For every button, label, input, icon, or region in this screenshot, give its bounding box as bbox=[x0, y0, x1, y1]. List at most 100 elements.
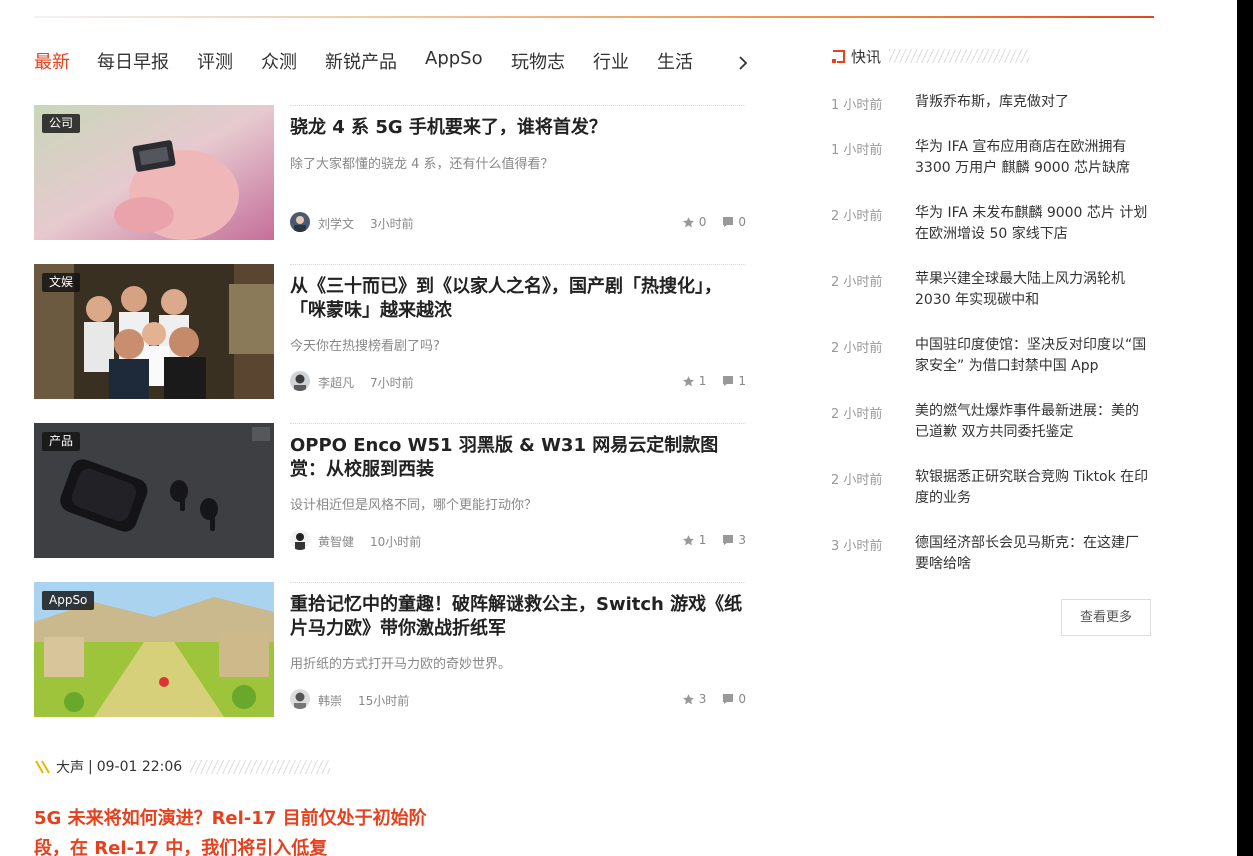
comment-count: 1 bbox=[738, 374, 746, 388]
flash-time: 2 小时前 bbox=[831, 473, 883, 488]
flash-time: 2 小时前 bbox=[831, 275, 883, 290]
dasheng-label: 大声 bbox=[56, 760, 84, 776]
comment-count: 3 bbox=[738, 533, 746, 547]
like-count: 0 bbox=[698, 215, 707, 229]
flash-text[interactable]: 美的燃气灶爆炸事件最新进展：美的已道歉 双方共同委托鉴定 bbox=[915, 401, 1151, 443]
avatar[interactable] bbox=[290, 689, 310, 709]
article-stats: 1 3 bbox=[682, 533, 746, 547]
author-name[interactable]: 韩崇 bbox=[318, 692, 342, 709]
article-meta: 刘学文 3小时前 0 0 bbox=[290, 212, 746, 234]
tab-life[interactable]: 生活 bbox=[657, 48, 693, 74]
avatar[interactable] bbox=[290, 530, 310, 550]
flash-text[interactable]: 华为 IFA 宣布应用商店在欧洲拥有 3300 万用户 麒麟 9000 芯片缺席 bbox=[915, 137, 1151, 179]
publish-time: 3小时前 bbox=[370, 217, 414, 231]
article-stats: 0 0 bbox=[682, 215, 746, 229]
tab-daily-briefing[interactable]: 每日早报 bbox=[97, 48, 169, 74]
tab-new-products[interactable]: 新锐产品 bbox=[325, 48, 397, 74]
star-icon bbox=[682, 375, 694, 386]
star-icon bbox=[682, 693, 694, 704]
flash-news-title: 快讯 bbox=[851, 47, 882, 66]
divider bbox=[290, 582, 746, 583]
category-tag: 产品 bbox=[42, 432, 81, 451]
author-name[interactable]: 刘学文 bbox=[318, 215, 354, 232]
star-icon bbox=[682, 216, 694, 227]
article-thumbnail[interactable]: 文娱 bbox=[34, 264, 274, 399]
flash-time: 2 小时前 bbox=[831, 407, 883, 422]
comment-icon bbox=[723, 376, 734, 386]
page-edge-bar bbox=[1237, 0, 1253, 856]
article-title[interactable]: 从《三十而已》到《以家人之名》，国产剧「热搜化」，「咪蒙味」越来越浓 bbox=[290, 275, 746, 323]
publish-time: 10小时前 bbox=[370, 535, 422, 549]
top-gradient-line bbox=[34, 16, 1154, 18]
article-thumbnail[interactable]: AppSo bbox=[34, 582, 274, 717]
separator: | bbox=[88, 759, 93, 775]
flash-time: 2 小时前 bbox=[831, 341, 883, 356]
article-meta: 韩崇 15小时前 3 0 bbox=[290, 689, 746, 711]
article-title[interactable]: OPPO Enco W51 羽黑版 & W31 网易云定制款图赏：从校服到西装 bbox=[290, 434, 746, 482]
tab-appso[interactable]: AppSo bbox=[425, 48, 483, 69]
article-card: 文娱 从《三十而已》到《以家人之名》，国产剧「热搜化」，「咪蒙味」越来越浓 今天… bbox=[34, 264, 746, 400]
dasheng-title[interactable]: 5G 未来将如何演进？Rel-17 目前仅处于初始阶段，在 Rel-17 中，我… bbox=[34, 804, 434, 856]
flash-text[interactable]: 背叛乔布斯，库克做对了 bbox=[915, 92, 1151, 113]
author-name[interactable]: 黄智健 bbox=[318, 533, 354, 550]
star-icon bbox=[682, 534, 694, 545]
dasheng-datetime: 09-01 22:06 bbox=[96, 759, 183, 775]
dasheng-header: 大声 | 09-01 22:06 bbox=[34, 757, 331, 777]
article-card: AppSo 重拾记忆中的童趣！破阵解谜救公主，Switch 游戏《纸片马力欧》带… bbox=[34, 582, 746, 718]
like-count: 1 bbox=[698, 533, 707, 547]
avatar[interactable] bbox=[290, 212, 310, 232]
hatch-decoration bbox=[889, 49, 1030, 63]
flash-icon bbox=[832, 49, 845, 63]
divider bbox=[290, 105, 746, 106]
flash-text[interactable]: 苹果兴建全球最大陆上风力涡轮机 2030 年实现碳中和 bbox=[915, 269, 1151, 311]
chevron-right-icon[interactable] bbox=[736, 52, 750, 74]
category-tag: 公司 bbox=[42, 114, 81, 133]
flash-text[interactable]: 华为 IFA 未发布麒麟 9000 芯片 计划在欧洲增设 50 家线下店 bbox=[915, 203, 1151, 245]
flash-time: 3 小时前 bbox=[831, 539, 883, 554]
flash-text[interactable]: 中国驻印度使馆：坚决反对印度以“国家安全” 为借口封禁中国 App bbox=[915, 335, 1151, 377]
article-card: 公司 骁龙 4 系 5G 手机要来了，谁将首发？ 除了大家都懂的骁龙 4 系，还… bbox=[34, 105, 746, 241]
avatar[interactable] bbox=[290, 371, 310, 391]
category-tag: AppSo bbox=[42, 591, 95, 610]
divider bbox=[290, 264, 746, 265]
article-thumbnail[interactable]: 产品 bbox=[34, 423, 274, 558]
comment-icon bbox=[723, 694, 734, 704]
comment-count: 0 bbox=[738, 215, 746, 229]
flash-news-header: 快讯 bbox=[831, 46, 1030, 66]
tab-wanwuzhi[interactable]: 玩物志 bbox=[511, 48, 565, 74]
hatch-decoration bbox=[190, 760, 331, 774]
article-meta: 黄智健 10小时前 1 3 bbox=[290, 530, 746, 552]
article-summary: 今天你在热搜榜看剧了吗? bbox=[290, 339, 440, 354]
category-tag: 文娱 bbox=[42, 273, 81, 292]
flash-time: 2 小时前 bbox=[831, 209, 883, 224]
article-summary: 除了大家都懂的骁龙 4 系，还有什么值得看？ bbox=[290, 157, 554, 172]
view-more-button[interactable]: 查看更多 bbox=[1061, 599, 1151, 636]
author-name[interactable]: 李超凡 bbox=[318, 374, 354, 391]
tab-industry[interactable]: 行业 bbox=[593, 48, 629, 74]
like-count: 3 bbox=[698, 692, 707, 706]
article-stats: 3 0 bbox=[682, 692, 746, 706]
publish-time: 7小时前 bbox=[370, 376, 414, 390]
comment-icon bbox=[723, 217, 734, 227]
comment-icon bbox=[723, 535, 734, 545]
flash-text[interactable]: 软银据悉正研究联合竞购 Tiktok 在印度的业务 bbox=[915, 467, 1151, 509]
double-slash-icon bbox=[35, 760, 50, 774]
like-count: 1 bbox=[698, 374, 707, 388]
flash-text[interactable]: 德国经济部长会见马斯克：在这建厂 要啥给啥 bbox=[915, 533, 1151, 575]
article-thumbnail[interactable]: 公司 bbox=[34, 105, 274, 240]
article-meta: 李超凡 7小时前 1 1 bbox=[290, 371, 746, 393]
tab-review[interactable]: 评测 bbox=[197, 48, 233, 74]
publish-time: 15小时前 bbox=[358, 694, 410, 708]
flash-time: 1 小时前 bbox=[831, 143, 883, 158]
article-summary: 设计相近但是风格不同，哪个更能打动你？ bbox=[290, 498, 538, 513]
category-tabs: 最新 每日早报 评测 众测 新锐产品 AppSo 玩物志 行业 生活 bbox=[34, 48, 750, 78]
article-title[interactable]: 骁龙 4 系 5G 手机要来了，谁将首发？ bbox=[290, 116, 746, 140]
divider bbox=[290, 423, 746, 424]
article-summary: 用折纸的方式打开马力欧的奇妙世界。 bbox=[290, 657, 512, 672]
tab-latest[interactable]: 最新 bbox=[34, 48, 70, 74]
flash-time: 1 小时前 bbox=[831, 98, 883, 113]
comment-count: 0 bbox=[738, 692, 746, 706]
tab-crowd-test[interactable]: 众测 bbox=[261, 48, 297, 74]
article-title[interactable]: 重拾记忆中的童趣！破阵解谜救公主，Switch 游戏《纸片马力欧》带你激战折纸军 bbox=[290, 593, 746, 641]
article-stats: 1 1 bbox=[682, 374, 746, 388]
